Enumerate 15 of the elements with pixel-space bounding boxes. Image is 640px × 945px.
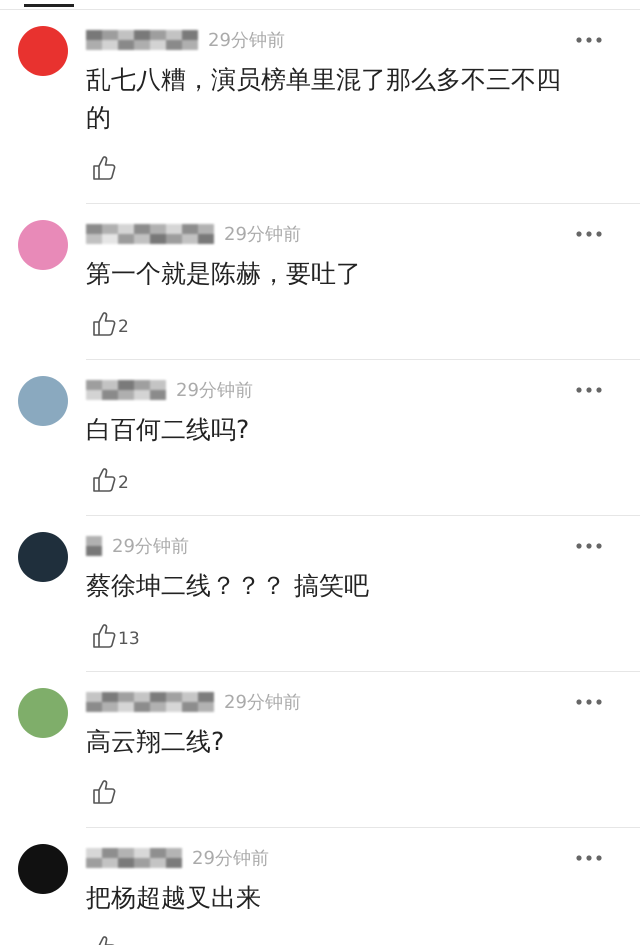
like-count: 13 [118, 629, 140, 649]
comment-text: 蔡徐坤二线？？？ 搞笑吧 [86, 570, 370, 602]
like-count: 2 [118, 317, 129, 337]
comment-text: 高云翔二线? [86, 726, 226, 758]
like-count: 2 [118, 473, 129, 493]
comment-time: 29分钟前 [112, 535, 189, 558]
comment-text: 白百何二线吗? [86, 414, 250, 446]
comment-text: 第一个就是陈赫，要吐了 [86, 258, 362, 290]
comment-text: 把杨超越叉出来 [86, 882, 262, 914]
comment-time: 29分钟前 [224, 223, 301, 246]
comment-time: 29分钟前 [208, 29, 285, 52]
comment-time: 29分钟前 [224, 691, 301, 714]
comment-text: 乱七八糟，演员榜单里混了那么多不三不四的 [86, 64, 562, 134]
comment-time: 29分钟前 [192, 847, 269, 870]
comment-time: 29分钟前 [176, 379, 253, 402]
